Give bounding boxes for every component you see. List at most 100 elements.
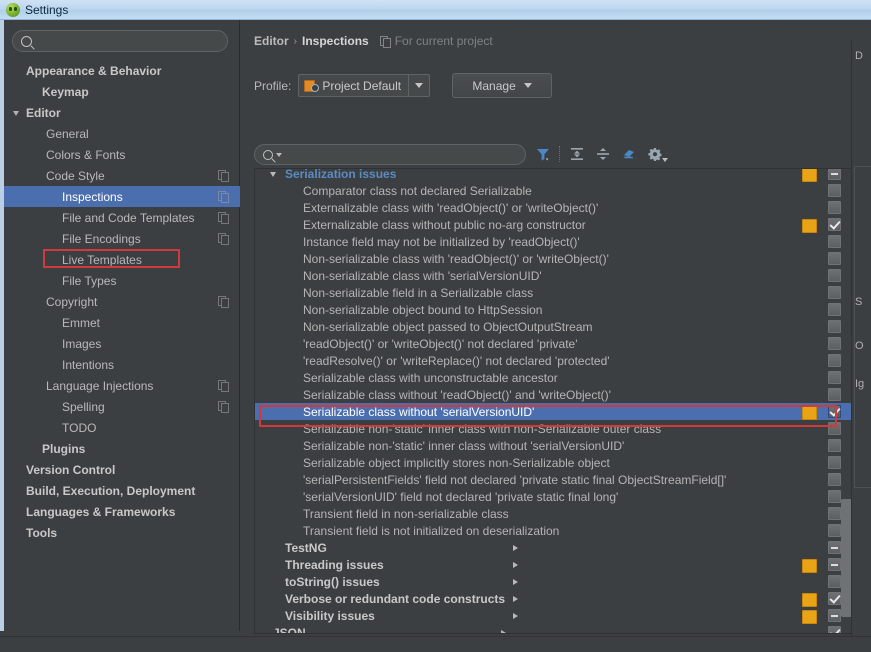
inspection-enabled-checkbox[interactable] (828, 609, 841, 622)
sidebar-item-version-control[interactable]: Version Control (4, 459, 240, 480)
inspection-enabled-checkbox[interactable] (828, 456, 841, 469)
sidebar-item-editor[interactable]: Editor (4, 102, 240, 123)
sidebar-item-file-encodings[interactable]: File Encodings (4, 228, 240, 249)
severity-warning-swatch[interactable] (802, 593, 817, 607)
sidebar-item-live-templates[interactable]: Live Templates (4, 249, 240, 270)
inspection-row[interactable]: Externalizable class with 'readObject()'… (255, 199, 853, 216)
inspection-group-row[interactable]: Threading issues (255, 556, 853, 573)
sidebar-item-language-injections[interactable]: Language Injections (4, 375, 240, 396)
inspection-enabled-checkbox[interactable] (828, 626, 841, 633)
inspection-enabled-checkbox[interactable] (828, 405, 841, 418)
inspection-row[interactable]: Non-serializable field in a Serializable… (255, 284, 853, 301)
profile-combobox[interactable]: Project Default (298, 74, 431, 97)
sidebar-item-file-and-code-templates[interactable]: File and Code Templates (4, 207, 240, 228)
inspection-enabled-checkbox[interactable] (828, 354, 841, 367)
sidebar-item-build-execution-deployment[interactable]: Build, Execution, Deployment (4, 480, 240, 501)
sidebar-item-emmet[interactable]: Emmet (4, 312, 240, 333)
severity-warning-swatch[interactable] (802, 559, 817, 573)
copy-settings-icon[interactable] (218, 401, 229, 413)
inspection-enabled-checkbox[interactable] (828, 218, 841, 231)
inspection-enabled-checkbox[interactable] (828, 473, 841, 486)
inspection-enabled-checkbox[interactable] (828, 524, 841, 537)
inspection-row[interactable]: 'serialVersionUID' field not declared 'p… (255, 488, 853, 505)
inspection-enabled-checkbox[interactable] (828, 235, 841, 248)
inspection-row[interactable]: Non-serializable class with 'readObject(… (255, 250, 853, 267)
inspection-enabled-checkbox[interactable] (828, 252, 841, 265)
sidebar-item-file-types[interactable]: File Types (4, 270, 240, 291)
copy-settings-icon[interactable] (218, 233, 229, 245)
inspection-enabled-checkbox[interactable] (828, 320, 841, 333)
copy-settings-icon[interactable] (218, 212, 229, 224)
inspection-row[interactable]: Non-serializable object passed to Object… (255, 318, 853, 335)
inspection-group-row[interactable]: Visibility issues (255, 607, 853, 624)
inspection-row[interactable]: Non-serializable class with 'serialVersi… (255, 267, 853, 284)
settings-gear-icon[interactable] (643, 142, 668, 166)
severity-warning-swatch[interactable] (802, 610, 817, 624)
inspection-enabled-checkbox[interactable] (828, 439, 841, 452)
inspection-enabled-checkbox[interactable] (828, 286, 841, 299)
manage-button[interactable]: Manage (452, 73, 553, 98)
inspection-row[interactable]: Serializable non-'static' inner class wi… (255, 420, 853, 437)
inspection-enabled-checkbox[interactable] (828, 303, 841, 316)
sidebar-item-appearance-behavior[interactable]: Appearance & Behavior (4, 60, 240, 81)
inspection-row[interactable]: Externalizable class without public no-a… (255, 216, 853, 233)
sidebar-item-spelling[interactable]: Spelling (4, 396, 240, 417)
inspection-enabled-checkbox[interactable] (828, 388, 841, 401)
inspection-enabled-checkbox[interactable] (828, 422, 841, 435)
inspection-enabled-checkbox[interactable] (828, 558, 841, 571)
inspection-row[interactable]: Transient field in non-serializable clas… (255, 505, 853, 522)
chevron-right-icon[interactable] (498, 626, 510, 633)
reset-to-empty-icon[interactable] (617, 142, 641, 166)
sidebar-item-keymap[interactable]: Keymap (4, 81, 240, 102)
inspection-enabled-checkbox[interactable] (828, 490, 841, 503)
severity-warning-swatch[interactable] (802, 406, 817, 420)
inspection-enabled-checkbox[interactable] (828, 169, 841, 180)
sidebar-item-languages-frameworks[interactable]: Languages & Frameworks (4, 501, 240, 522)
sidebar-item-plugins[interactable]: Plugins (4, 438, 240, 459)
sidebar-item-images[interactable]: Images (4, 333, 240, 354)
severity-warning-swatch[interactable] (802, 169, 817, 182)
inspection-search[interactable] (254, 144, 526, 165)
chevron-right-icon[interactable] (510, 609, 522, 622)
sidebar-item-copyright[interactable]: Copyright (4, 291, 240, 312)
inspection-row[interactable]: Non-serializable object bound to HttpSes… (255, 301, 853, 318)
sidebar-item-intentions[interactable]: Intentions (4, 354, 240, 375)
inspection-enabled-checkbox[interactable] (828, 592, 841, 605)
inspection-enabled-checkbox[interactable] (828, 575, 841, 588)
sidebar-item-inspections[interactable]: Inspections (4, 186, 240, 207)
chevron-down-icon[interactable] (269, 169, 281, 180)
collapse-all-icon[interactable] (591, 142, 615, 166)
inspection-row[interactable]: Serializable object implicitly stores no… (255, 454, 853, 471)
copy-settings-icon[interactable] (218, 170, 229, 182)
inspection-row[interactable]: 'serialPersistentFields' field not decla… (255, 471, 853, 488)
chevron-down-icon[interactable] (276, 152, 282, 157)
profile-dropdown-button[interactable] (408, 75, 429, 96)
expand-all-icon[interactable] (565, 142, 589, 166)
inspection-enabled-checkbox[interactable] (828, 269, 841, 282)
inspection-group-row[interactable]: Serialization issues (255, 169, 853, 182)
inspection-row[interactable]: Serializable class with unconstructable … (255, 369, 853, 386)
inspection-enabled-checkbox[interactable] (828, 201, 841, 214)
inspection-group-row[interactable]: Verbose or redundant code constructs (255, 590, 853, 607)
inspection-row[interactable]: Serializable class without 'readObject()… (255, 386, 853, 403)
inspection-enabled-checkbox[interactable] (828, 541, 841, 554)
inspection-enabled-checkbox[interactable] (828, 507, 841, 520)
inspection-enabled-checkbox[interactable] (828, 371, 841, 384)
breadcrumb-parent[interactable]: Editor (254, 34, 289, 48)
chevron-right-icon[interactable] (510, 558, 522, 571)
copy-settings-icon[interactable] (218, 380, 229, 392)
inspection-group-row[interactable]: JSON (255, 624, 853, 633)
inspection-row[interactable]: Instance field may not be initialized by… (255, 233, 853, 250)
inspection-enabled-checkbox[interactable] (828, 337, 841, 350)
copy-settings-icon[interactable] (218, 296, 229, 308)
chevron-right-icon[interactable] (510, 592, 522, 605)
sidebar-item-general[interactable]: General (4, 123, 240, 144)
sidebar-item-code-style[interactable]: Code Style (4, 165, 240, 186)
copy-settings-icon[interactable] (218, 191, 229, 203)
sidebar-item-tools[interactable]: Tools (4, 522, 240, 543)
inspection-row[interactable]: Serializable class without 'serialVersio… (255, 403, 853, 420)
sidebar-search[interactable] (12, 30, 228, 52)
inspection-group-row[interactable]: toString() issues (255, 573, 853, 590)
sidebar-item-colors-fonts[interactable]: Colors & Fonts (4, 144, 240, 165)
inspection-row[interactable]: 'readResolve()' or 'writeReplace()' not … (255, 352, 853, 369)
